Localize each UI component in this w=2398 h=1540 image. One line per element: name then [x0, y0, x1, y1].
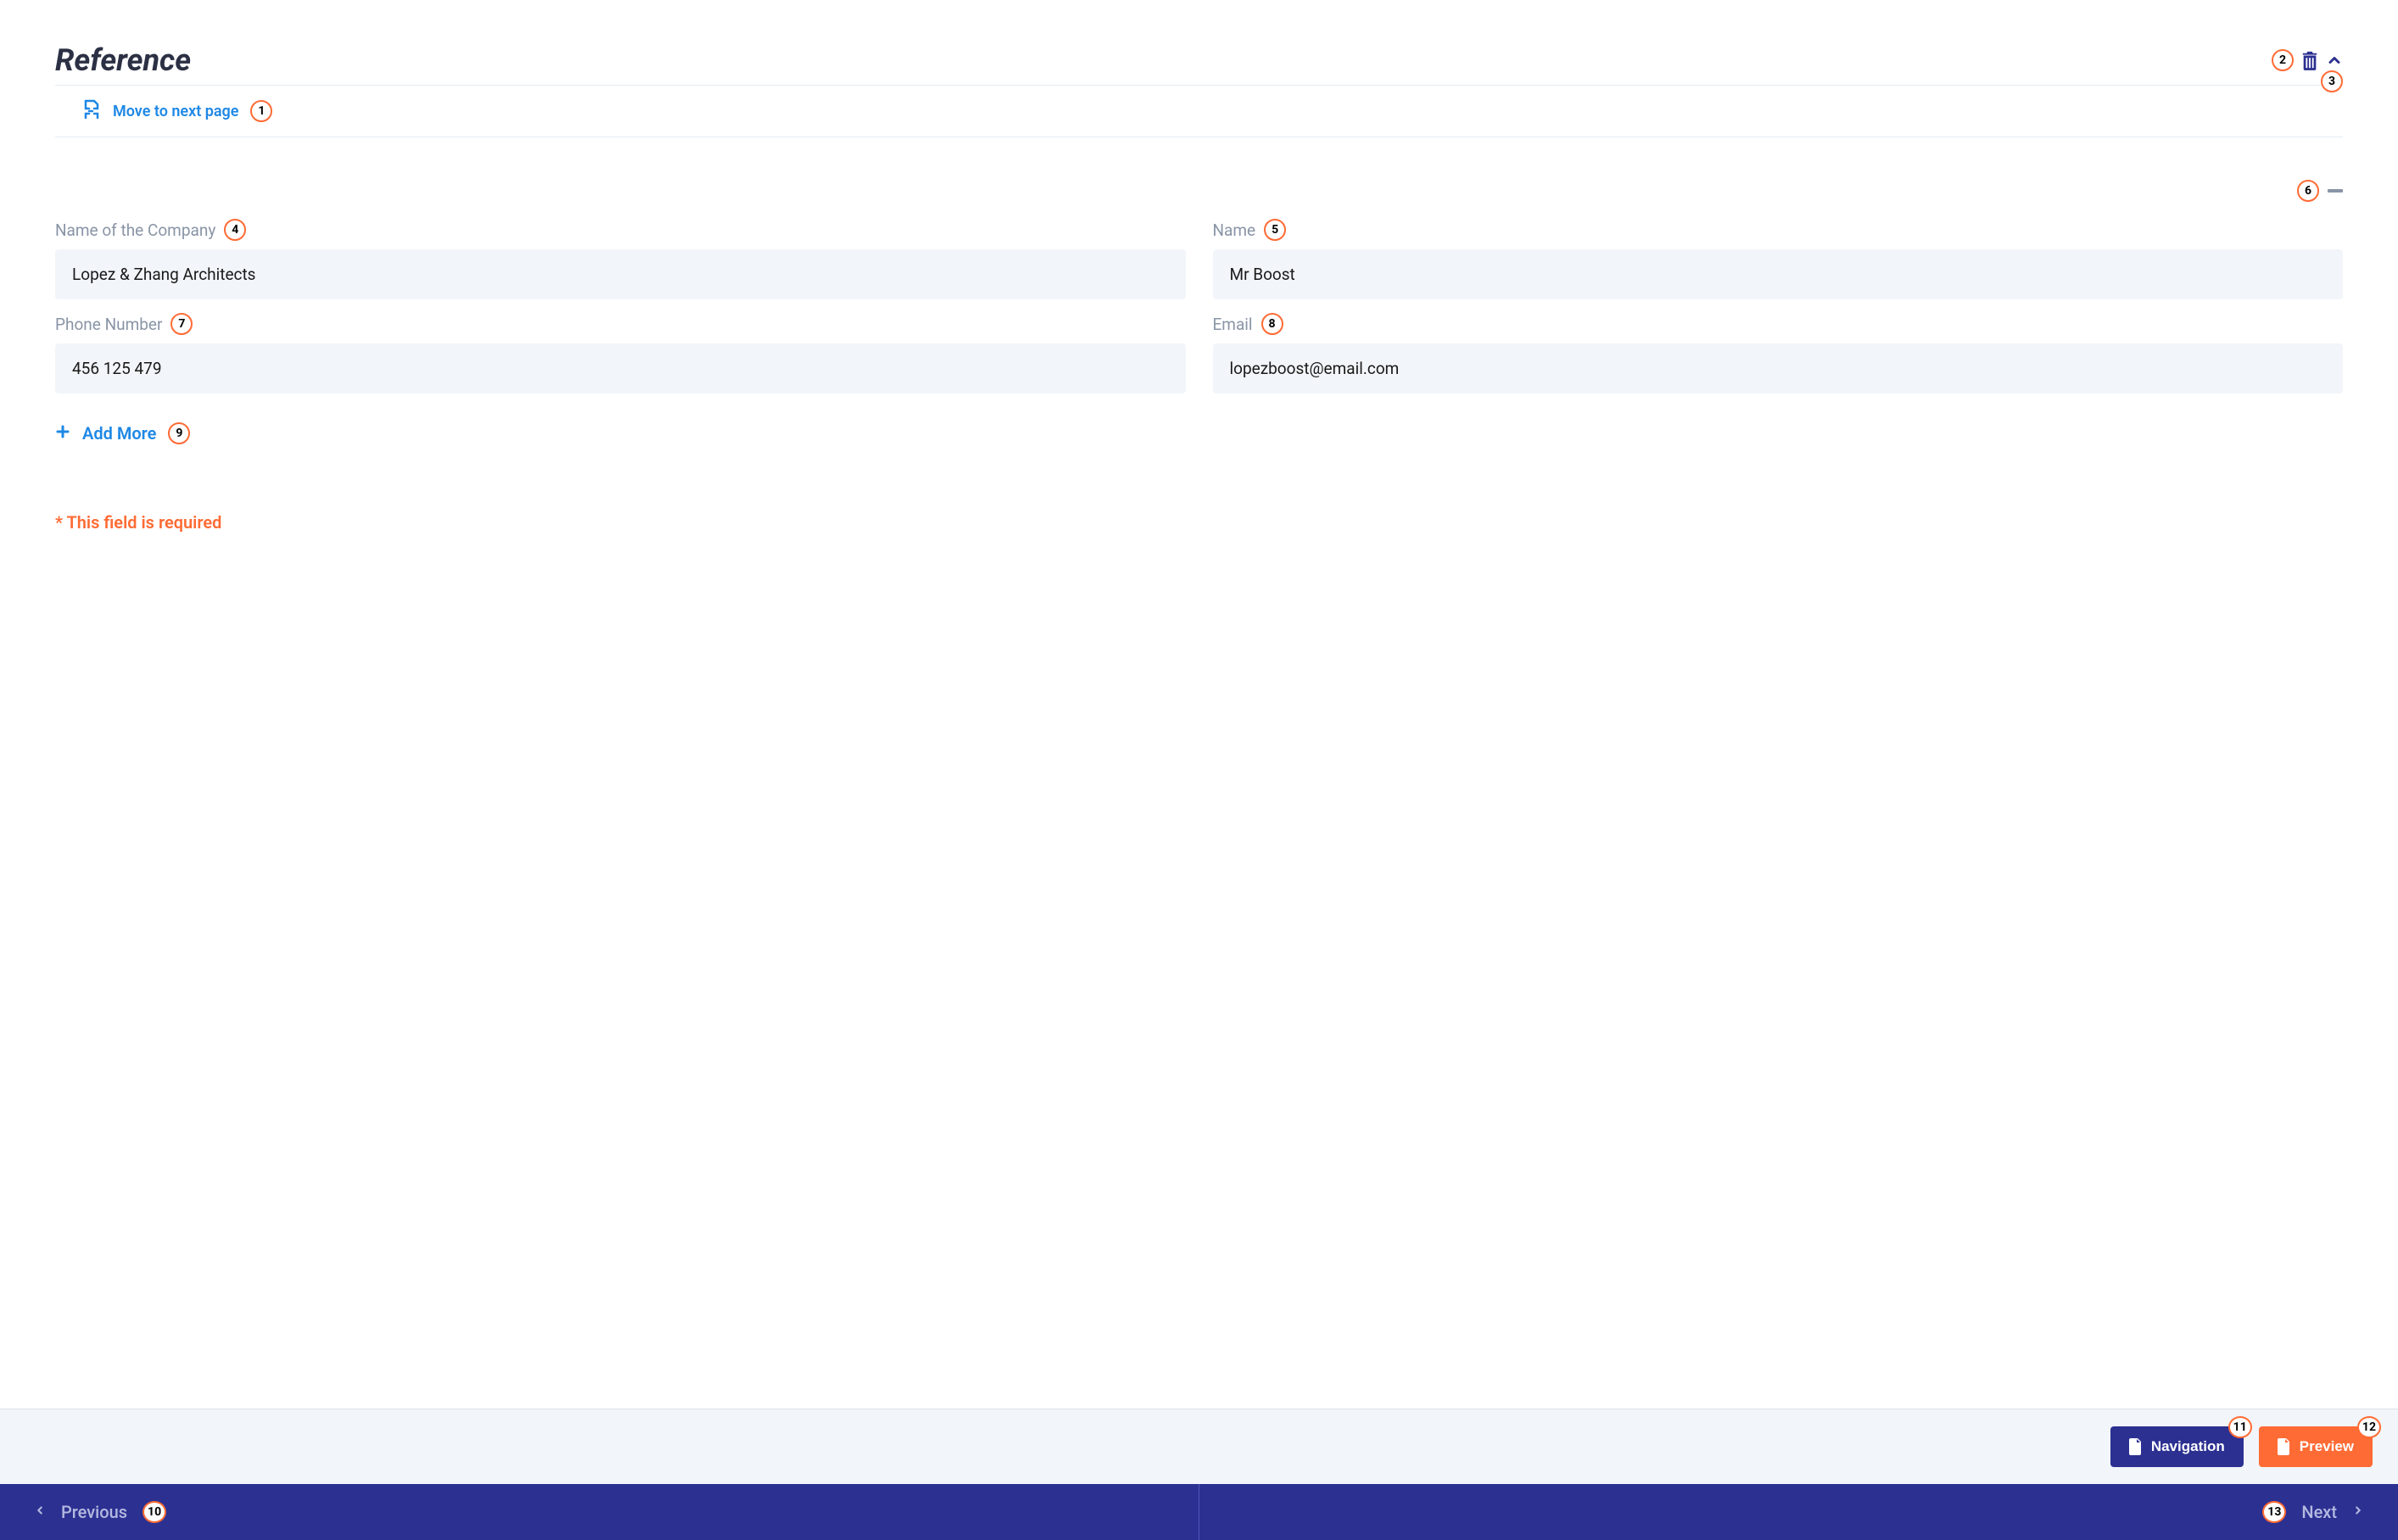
previous-button[interactable]: Previous 10 — [0, 1484, 1199, 1540]
badge-13: 13 — [2262, 1501, 2286, 1523]
preview-button[interactable]: Preview — [2259, 1426, 2373, 1467]
next-label: Next — [2301, 1502, 2337, 1522]
company-label: Name of the Company 4 — [55, 219, 1186, 241]
badge-1: 1 — [250, 100, 272, 122]
badge-5: 5 — [1264, 219, 1286, 241]
document-icon — [2278, 1438, 2291, 1455]
phone-label: Phone Number 7 — [55, 313, 1186, 335]
previous-label: Previous — [61, 1502, 127, 1522]
move-next-page-label: Move to next page — [113, 103, 238, 120]
add-more-button[interactable]: Add More 9 — [55, 422, 2343, 444]
navigation-button[interactable]: Navigation — [2110, 1426, 2244, 1467]
company-input[interactable] — [55, 249, 1186, 299]
phone-input[interactable] — [55, 343, 1186, 393]
plus-icon — [55, 423, 70, 444]
badge-7: 7 — [170, 313, 193, 335]
next-button[interactable]: 13 Next — [1199, 1484, 2398, 1540]
badge-9: 9 — [168, 422, 190, 444]
badge-12: 12 — [2357, 1416, 2381, 1438]
email-label: Email 8 — [1213, 313, 2344, 335]
badge-2: 2 — [2272, 49, 2294, 71]
email-input[interactable] — [1213, 343, 2344, 393]
section-title: Reference — [55, 42, 191, 78]
navigation-button-label: Navigation — [2151, 1438, 2225, 1455]
badge-4: 4 — [224, 219, 246, 241]
badge-11: 11 — [2228, 1416, 2252, 1438]
preview-button-label: Preview — [2300, 1438, 2354, 1455]
name-input[interactable] — [1213, 249, 2344, 299]
page-break-icon — [81, 99, 101, 123]
document-icon — [2129, 1438, 2143, 1455]
move-next-page-row[interactable]: Move to next page 1 — [55, 85, 2343, 137]
add-more-label: Add More — [82, 423, 156, 444]
badge-6: 6 — [2297, 180, 2319, 202]
name-label: Name 5 — [1213, 219, 2344, 241]
minimize-icon[interactable] — [2328, 180, 2343, 202]
badge-3: 3 — [2321, 70, 2343, 92]
delete-icon[interactable] — [2300, 50, 2319, 70]
chevron-right-icon — [2352, 1502, 2364, 1522]
chevron-left-icon — [34, 1502, 46, 1522]
required-message: * This field is required — [55, 512, 2343, 533]
collapse-up-icon[interactable] — [2326, 52, 2343, 69]
badge-10: 10 — [143, 1501, 166, 1523]
badge-8: 8 — [1261, 313, 1283, 335]
